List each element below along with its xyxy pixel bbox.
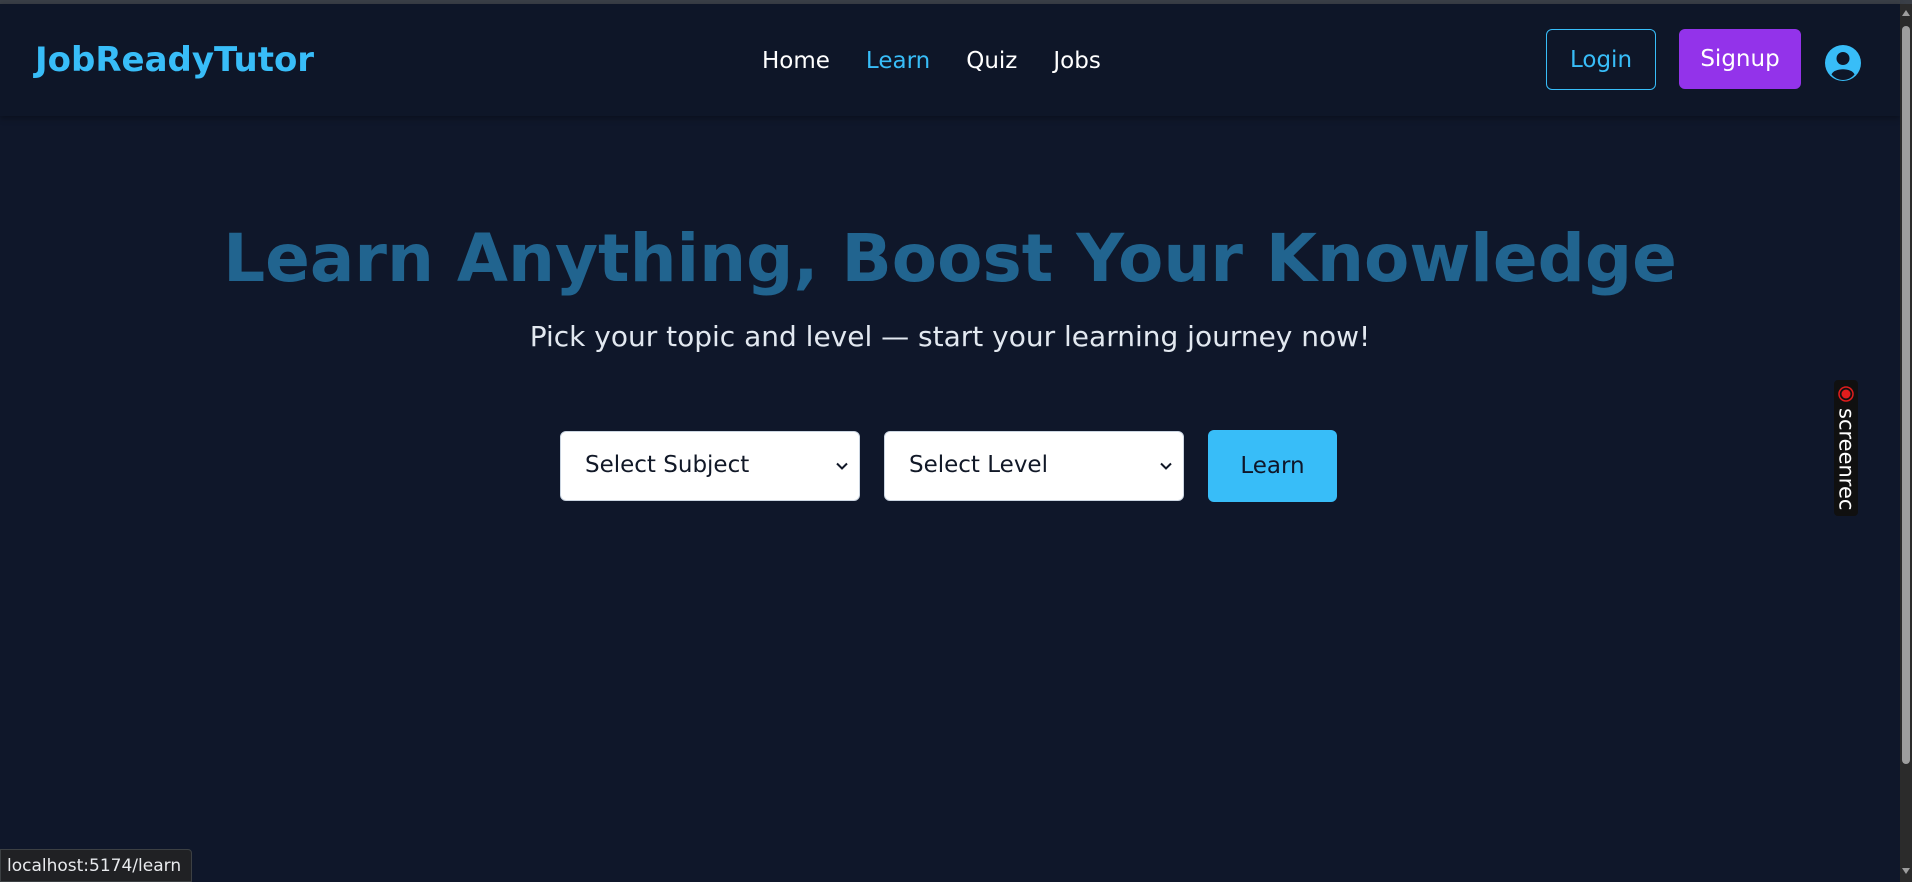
logo[interactable]: JobReadyTutor	[35, 40, 314, 80]
hero-title: Learn Anything, Boost Your Knowledge	[223, 220, 1677, 297]
scroll-up-arrow-icon[interactable]	[1900, 4, 1912, 22]
screenrec-widget[interactable]: screenrec	[1834, 380, 1859, 516]
hero-subtitle: Pick your topic and level — start your l…	[529, 320, 1371, 353]
level-select[interactable]: Select Level	[884, 431, 1184, 501]
user-circle-icon[interactable]	[1824, 44, 1862, 82]
level-select-value: Select Level	[909, 452, 1048, 478]
navbar: JobReadyTutor Home Learn Quiz Jobs Login…	[0, 4, 1900, 116]
chevron-down-icon	[835, 458, 849, 472]
scroll-down-arrow-icon[interactable]	[1900, 862, 1912, 880]
chevron-down-icon	[1159, 458, 1173, 472]
status-bar: localhost:5174/learn	[0, 849, 193, 882]
nav-quiz[interactable]: Quiz	[966, 48, 1017, 74]
nav-home[interactable]: Home	[762, 48, 830, 74]
scrollbar-thumb[interactable]	[1902, 26, 1910, 764]
screenrec-label: screenrec	[1834, 408, 1859, 511]
nav-learn[interactable]: Learn	[866, 48, 930, 74]
nav-jobs[interactable]: Jobs	[1053, 48, 1100, 74]
subject-select-value: Select Subject	[585, 452, 750, 478]
page: JobReadyTutor Home Learn Quiz Jobs Login…	[0, 0, 1912, 882]
status-url: localhost:5174/learn	[7, 855, 182, 876]
learn-button[interactable]: Learn	[1208, 430, 1337, 502]
subject-select[interactable]: Select Subject	[560, 431, 860, 501]
scrollbar[interactable]	[1900, 4, 1912, 882]
signup-button[interactable]: Signup	[1679, 29, 1801, 89]
login-button[interactable]: Login	[1546, 29, 1656, 90]
main-nav: Home Learn Quiz Jobs	[762, 48, 1101, 74]
record-icon	[1838, 386, 1854, 402]
